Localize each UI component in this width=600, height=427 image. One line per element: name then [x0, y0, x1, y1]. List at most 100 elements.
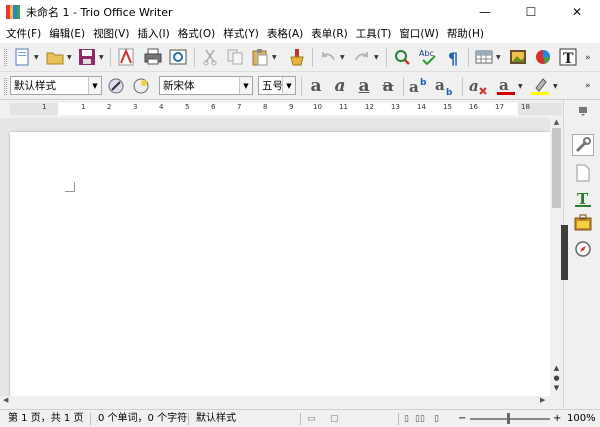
redo-dropdown-arrow[interactable]: ▼	[374, 54, 379, 61]
scroll-left-icon[interactable]: ◀	[3, 396, 8, 404]
toolbar-grip[interactable]	[4, 78, 7, 95]
formatting-marks-icon[interactable]: ¶	[444, 47, 464, 67]
font-color-icon[interactable]: a	[496, 76, 516, 96]
menu-insert[interactable]: 插入(I)	[133, 26, 173, 41]
print-preview-icon[interactable]	[168, 47, 188, 67]
strikethrough-icon[interactable]: a	[377, 76, 399, 96]
underline-icon[interactable]: a	[353, 76, 375, 96]
undo-dropdown-arrow[interactable]: ▼	[340, 54, 345, 61]
page-icon[interactable]	[572, 162, 594, 184]
spellcheck-icon[interactable]: Abc	[418, 47, 438, 67]
menu-help[interactable]: 帮助(H)	[443, 26, 488, 41]
minimize-button[interactable]: —	[462, 0, 508, 24]
print-icon[interactable]	[143, 47, 163, 67]
font-name-select[interactable]: 新宋体 ▼	[159, 76, 253, 95]
previous-page-icon[interactable]: ▲	[552, 364, 561, 374]
word-count-status[interactable]: 0 个单词，0 个字符	[98, 412, 187, 426]
document-modified-icon[interactable]: ▢	[330, 412, 339, 426]
clone-format-icon[interactable]	[287, 47, 307, 67]
menu-edit[interactable]: 编辑(E)	[45, 26, 89, 41]
menu-window[interactable]: 窗口(W)	[395, 26, 443, 41]
next-page-icon[interactable]: ▼	[552, 384, 561, 394]
single-page-view-icon[interactable]: ▯	[404, 412, 409, 426]
properties-icon[interactable]	[572, 134, 594, 156]
clear-formatting-icon[interactable]: a	[468, 76, 488, 96]
styles-icon[interactable]: T	[572, 188, 594, 210]
scroll-up-icon[interactable]: ▲	[550, 118, 563, 128]
subscript-icon[interactable]: ab	[434, 76, 458, 96]
close-button[interactable]: ✕	[554, 0, 600, 24]
zoom-slider-knob[interactable]	[507, 413, 510, 424]
font-size-select[interactable]: 五号 ▼	[258, 76, 296, 95]
toolbar-overflow[interactable]: »	[585, 53, 591, 63]
superscript-icon[interactable]: ab	[408, 76, 432, 96]
insert-image-icon[interactable]	[508, 47, 528, 67]
menu-tools[interactable]: 工具(T)	[352, 26, 396, 41]
export-pdf-icon[interactable]	[116, 47, 136, 67]
copy-icon[interactable]	[225, 47, 245, 67]
maximize-button[interactable]: ☐	[508, 0, 554, 24]
undo-icon[interactable]	[318, 47, 338, 67]
text-box-icon[interactable]: T	[558, 47, 578, 67]
new-document-icon[interactable]	[12, 47, 32, 67]
zoom-in-icon[interactable]: +	[553, 412, 561, 426]
chevron-down-icon[interactable]: ▼	[88, 77, 101, 94]
menu-file[interactable]: 文件(F)	[2, 26, 45, 41]
highlight-dropdown-arrow[interactable]: ▼	[553, 83, 558, 90]
open-dropdown-arrow[interactable]: ▼	[67, 54, 72, 61]
menu-format[interactable]: 格式(O)	[174, 26, 219, 41]
toolbar-grip[interactable]	[4, 49, 7, 66]
font-name-value: 新宋体	[163, 80, 195, 92]
ruler-number: 7	[237, 103, 242, 111]
zoom-level[interactable]: 100%	[567, 412, 596, 426]
sidebar-collapse-handle[interactable]	[561, 225, 568, 280]
highlight-color-icon[interactable]	[530, 76, 550, 96]
scroll-right-icon[interactable]: ▶	[540, 396, 545, 404]
paste-icon[interactable]	[250, 47, 270, 67]
menu-styles[interactable]: 样式(Y)	[219, 26, 263, 41]
navigation-target-icon[interactable]: ●	[552, 374, 561, 384]
menu-table[interactable]: 表格(A)	[263, 26, 307, 41]
paste-dropdown-arrow[interactable]: ▼	[272, 54, 277, 61]
cut-icon[interactable]	[200, 47, 220, 67]
menu-bar: 文件(F) 编辑(E) 视图(V) 插入(I) 格式(O) 样式(Y) 表格(A…	[0, 24, 600, 43]
redo-icon[interactable]	[352, 47, 372, 67]
save-icon[interactable]	[77, 47, 97, 67]
page-count-status[interactable]: 第 1 页，共 1 页	[8, 412, 83, 426]
insert-chart-icon[interactable]	[533, 47, 553, 67]
zoom-out-icon[interactable]: −	[458, 412, 466, 426]
new-dropdown-arrow[interactable]: ▼	[34, 54, 39, 61]
navigator-icon[interactable]	[392, 47, 412, 67]
insert-mode-icon[interactable]: ▭	[307, 412, 316, 426]
horizontal-scrollbar[interactable]: ◀ ▶	[0, 396, 563, 409]
multi-page-view-icon[interactable]: ▯▯	[415, 412, 425, 426]
save-dropdown-arrow[interactable]: ▼	[99, 54, 104, 61]
sidebar-menu-icon[interactable]	[576, 104, 590, 118]
bold-icon[interactable]: a	[305, 76, 327, 96]
open-folder-icon[interactable]	[45, 47, 65, 67]
chevron-down-icon[interactable]: ▼	[282, 77, 295, 94]
scroll-thumb[interactable]	[552, 128, 561, 208]
font-color-dropdown-arrow[interactable]: ▼	[518, 83, 523, 90]
book-view-icon[interactable]: ▯	[434, 412, 439, 426]
italic-icon[interactable]: a	[329, 76, 351, 96]
zoom-slider[interactable]	[470, 418, 550, 420]
document-page[interactable]	[10, 132, 550, 402]
style-editor-icon[interactable]	[131, 76, 151, 96]
ruler-number: 18	[521, 103, 530, 111]
gallery-icon[interactable]	[572, 212, 594, 234]
menu-form[interactable]: 表单(R)	[307, 26, 352, 41]
menu-view[interactable]: 视图(V)	[89, 26, 133, 41]
style-catalog-icon[interactable]	[106, 76, 126, 96]
table-dropdown-arrow[interactable]: ▼	[496, 54, 501, 61]
chevron-down-icon[interactable]: ▼	[239, 77, 252, 94]
status-divider	[398, 413, 399, 425]
toolbar-overflow[interactable]: »	[585, 81, 591, 91]
svg-text:a: a	[499, 76, 509, 94]
insert-table-icon[interactable]	[474, 47, 494, 67]
horizontal-ruler[interactable]: 1 1 2 3 4 5 6 7 8 9 10 11 12 13 14 15 16…	[0, 100, 565, 118]
navigator-compass-icon[interactable]	[572, 238, 594, 260]
page-style-status[interactable]: 默认样式	[196, 412, 236, 426]
text-boundary-corner	[65, 182, 75, 192]
paragraph-style-select[interactable]: 默认样式 ▼	[10, 76, 102, 95]
